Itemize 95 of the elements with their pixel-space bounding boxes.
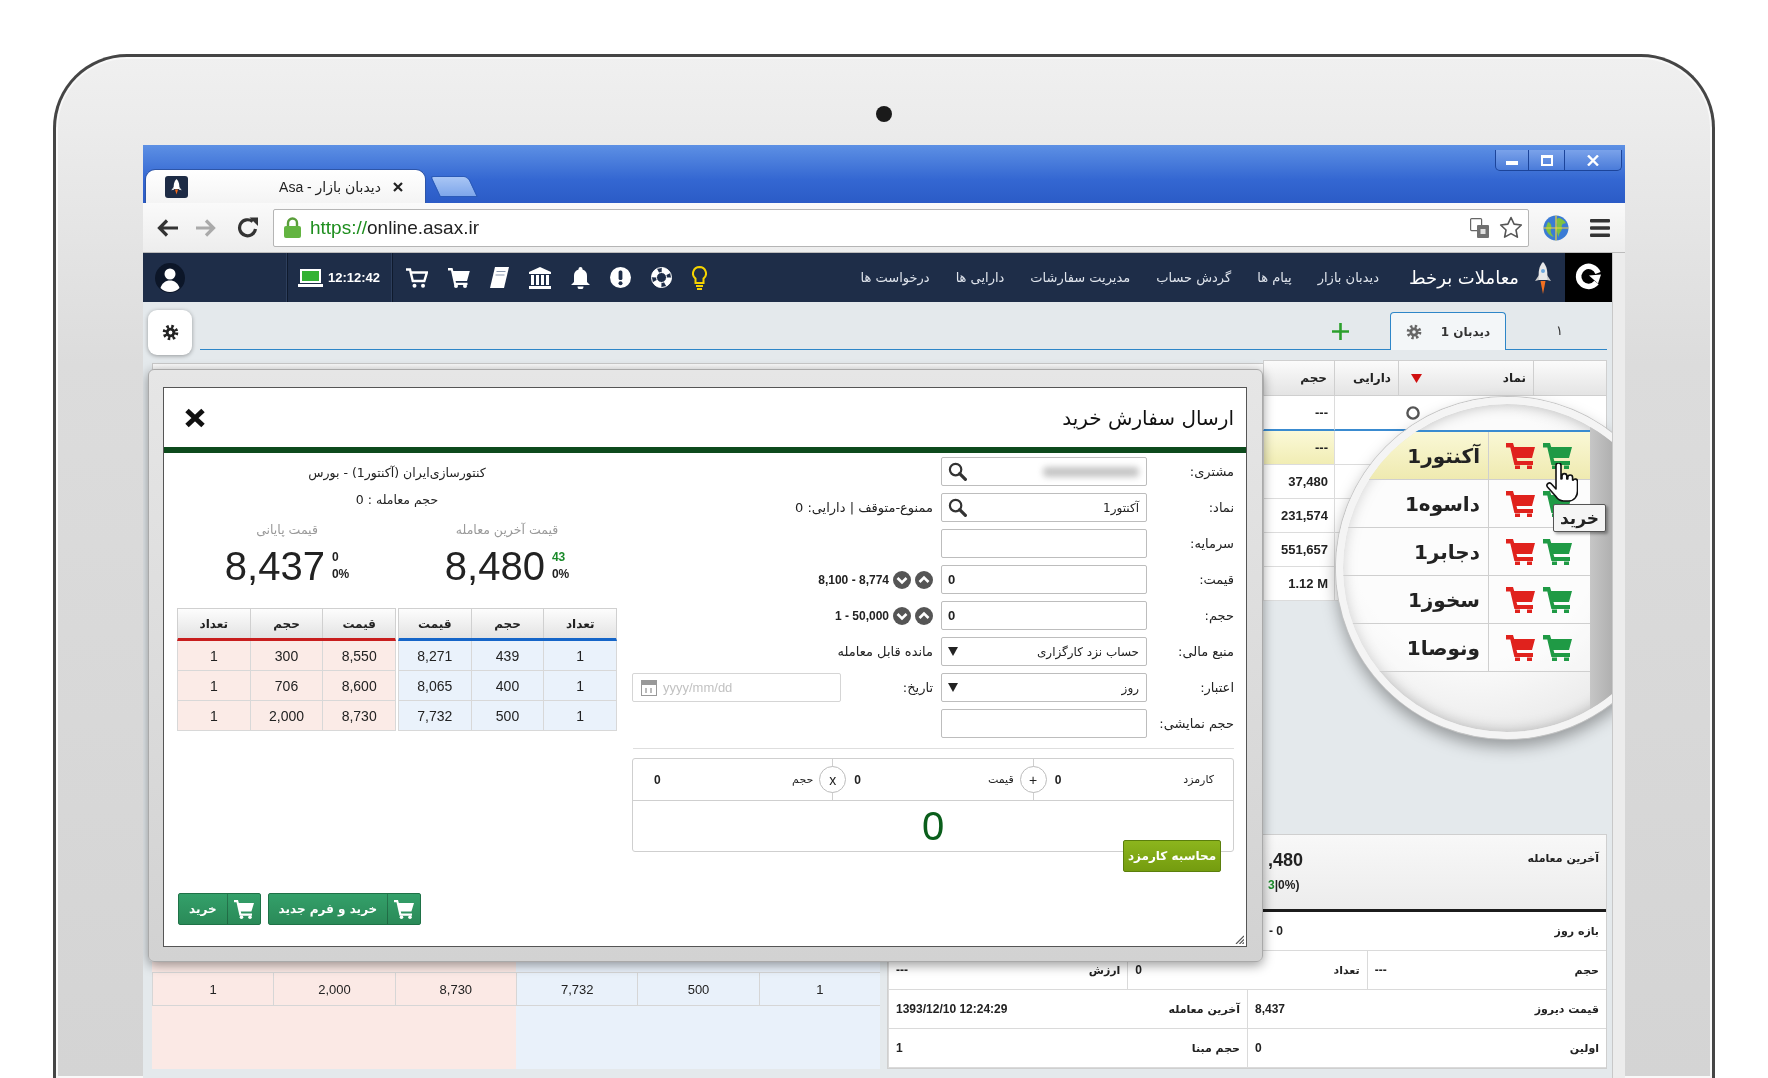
field-value: ---	[1374, 963, 1387, 977]
table-cell: 400	[470, 671, 544, 701]
column-header: تعداد	[543, 609, 616, 638]
table-cell: 500	[470, 701, 544, 731]
trade-volume: حجم معامله : 0	[355, 491, 439, 509]
price-value: 8,437	[224, 544, 325, 588]
field-value: - 0	[1269, 924, 1283, 938]
field-label: قیمت	[987, 773, 1014, 786]
field-label: حجم:	[1203, 608, 1234, 623]
symbol-text: دجابر1	[1413, 539, 1480, 564]
field-label: تاریخ:	[902, 680, 933, 695]
table-cell: 7,732	[398, 701, 471, 731]
field-label: تعداد	[1333, 963, 1360, 977]
volume-cell: ---	[1263, 396, 1335, 431]
field-label: ارزش	[1088, 963, 1121, 977]
range-text: 8,100 - 8,774	[818, 572, 889, 587]
field-value: 0	[654, 772, 661, 787]
field-value: 0	[1255, 1041, 1262, 1055]
price-label: قیمت پایانی	[256, 521, 318, 539]
change-percent: 0%	[551, 566, 570, 583]
table-cell: 1	[177, 671, 250, 701]
symbol-text: آکنتور1	[1407, 443, 1480, 468]
volume-cell: 231,574	[1263, 499, 1335, 533]
dialog-title: ارسال سفارش خرید	[1062, 405, 1234, 430]
field-value: 1393/12/10 12:24:29	[896, 1002, 1008, 1016]
symbol-text: داسوه1	[1404, 491, 1480, 516]
field-note: ممنوع-متوقف | دارایی: 0	[794, 500, 933, 515]
field-label: نماد:	[1207, 500, 1234, 515]
change-percent: 0%	[331, 566, 350, 583]
field-value: 0	[1135, 963, 1143, 977]
symbol-title: کنتورسازی‌ایران (آکنتور1) - بورس	[308, 464, 486, 482]
table-cell: 8,730	[322, 701, 395, 731]
table-cell: 706	[249, 671, 323, 701]
price-value: 8,480	[444, 544, 545, 588]
volume-cell: ---	[1263, 431, 1335, 465]
field-value: 8,437	[1255, 1002, 1286, 1016]
table-cell: 1	[177, 701, 250, 731]
price-value: ,480	[1268, 849, 1304, 871]
field-value: 0	[1054, 772, 1062, 787]
table-cell: 1	[152, 973, 274, 1005]
table-cell: 2,000	[249, 701, 323, 731]
field-label: حجم نمایشی:	[1158, 716, 1234, 731]
price-label: قیمت آخرین معامله	[455, 521, 559, 539]
volume-cell: 37,480	[1263, 465, 1335, 499]
field-label: قیمت دیروز	[1534, 1002, 1599, 1016]
brand-name: معاملات برخط	[1409, 267, 1519, 288]
table-cell: 8,730	[394, 973, 516, 1005]
clock-time: 12:12:42	[328, 270, 381, 285]
table-cell: 8,600	[322, 671, 395, 701]
table-cell: 439	[470, 641, 544, 671]
price-change: 3|0%)	[1268, 878, 1301, 892]
field-label: منبع مالی:	[1177, 644, 1234, 659]
field-label: حجم مبنا	[1191, 1041, 1240, 1055]
field-label: قیمت:	[1198, 572, 1234, 587]
field-label: بازه روز	[1554, 924, 1599, 938]
column-header: حجم	[249, 609, 323, 638]
table-cell: 1	[758, 973, 880, 1005]
field-label: اعتبار:	[1199, 680, 1234, 695]
field-label: مشتری:	[1188, 464, 1234, 479]
field-label: حجم	[1574, 963, 1599, 977]
field-label: آخرین معامله	[1527, 852, 1599, 865]
price-change: 43	[551, 549, 567, 566]
table-cell: 300	[249, 641, 323, 671]
field-label: کارمزد	[1183, 773, 1214, 786]
symbol-text: سخوز1	[1407, 587, 1480, 612]
field-label: سرمایه:	[1189, 536, 1234, 551]
column-header: قیمت	[417, 615, 453, 633]
field-note: مانده قابل معامله	[837, 644, 933, 659]
symbol-text: ونوصا1	[1406, 635, 1480, 660]
table-cell: 500	[637, 973, 759, 1005]
column-header: تعداد	[198, 615, 230, 633]
table-cell: 8,550	[322, 641, 395, 671]
table-cell: 1	[543, 641, 616, 671]
operator-sign: x	[819, 766, 847, 793]
column-header: حجم	[470, 609, 544, 638]
price-change: 0	[331, 549, 340, 566]
field-label: آخرین معامله	[1168, 1002, 1240, 1016]
table-cell: 8,065	[398, 671, 471, 701]
table-cell: 8,271	[398, 641, 471, 671]
table-cell: 1	[543, 701, 616, 731]
field-label: حجم	[792, 773, 814, 786]
volume-cell: 551,657	[1263, 533, 1335, 567]
volume-cell: 1.12 M	[1263, 567, 1335, 601]
field-value: ---	[896, 963, 908, 977]
range-text: 1 - 50,000	[834, 608, 889, 623]
column-header: قیمت	[322, 609, 395, 638]
field-value: 0	[854, 772, 862, 787]
table-cell: 1	[543, 671, 616, 701]
operator-sign: +	[1019, 766, 1047, 793]
field-value: 1	[896, 1041, 903, 1055]
tooltip: خرید	[1553, 504, 1607, 532]
field-label: اولین	[1569, 1041, 1599, 1055]
table-cell: 1	[177, 641, 250, 671]
fee-total: 0	[920, 803, 946, 850]
table-cell: 2,000	[273, 973, 395, 1005]
